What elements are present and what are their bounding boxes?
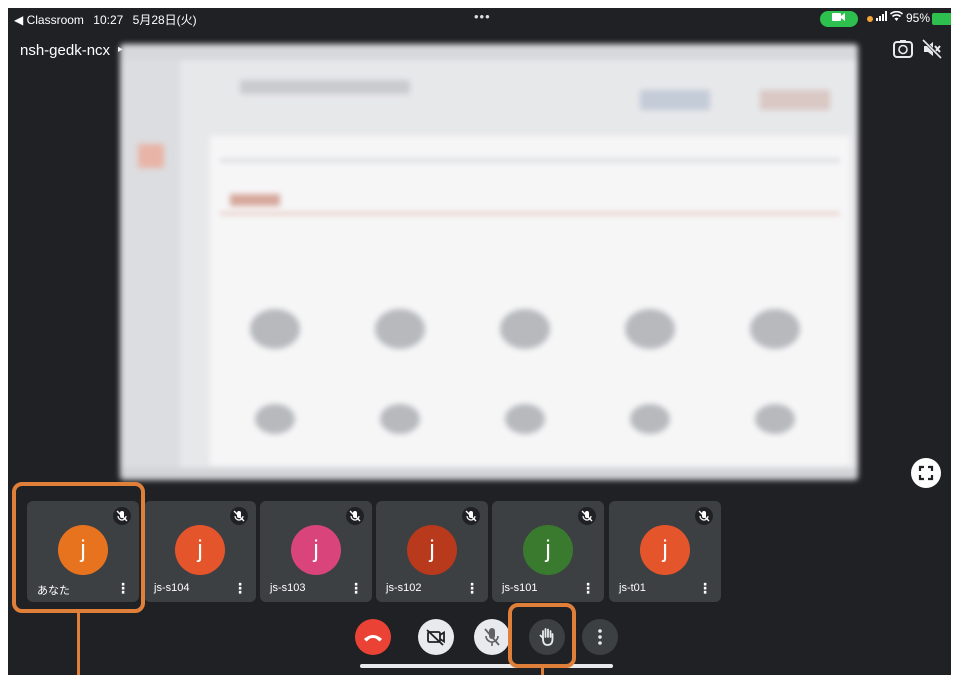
phone-hangup-icon bbox=[364, 635, 382, 642]
participant-tile[interactable]: j js-s104 ⋮ bbox=[144, 501, 256, 602]
camera-toggle-button[interactable] bbox=[418, 619, 454, 655]
more-vert-icon[interactable]: ⋮ bbox=[698, 580, 712, 597]
mic-off-icon bbox=[578, 507, 596, 525]
participant-name: js-s103 bbox=[270, 582, 306, 594]
avatar: j bbox=[523, 525, 573, 575]
participant-name: js-t01 bbox=[619, 582, 646, 594]
status-bar-left: ◀ Classroom 10:27 5月28日(火) bbox=[14, 11, 203, 28]
avatar: j bbox=[175, 525, 225, 575]
mic-off-icon bbox=[484, 628, 500, 646]
wifi-icon bbox=[889, 10, 904, 24]
end-call-button[interactable] bbox=[355, 619, 391, 655]
mic-off-icon bbox=[230, 507, 248, 525]
speaker-off-icon[interactable] bbox=[921, 38, 943, 60]
multitasking-dots[interactable]: ••• bbox=[474, 9, 491, 24]
videocam-off-icon bbox=[426, 629, 445, 646]
status-bar: ◀ Classroom 10:27 5月28日(火) ••• 95% bbox=[8, 8, 951, 30]
battery-charging-icon bbox=[932, 13, 951, 25]
status-date: 5月28日(火) bbox=[132, 13, 197, 27]
meet-screen: ◀ Classroom 10:27 5月28日(火) ••• 95% nsh-g… bbox=[8, 8, 951, 675]
participant-name: js-s104 bbox=[154, 582, 190, 594]
participant-tile[interactable]: j js-s101 ⋮ bbox=[492, 501, 604, 602]
microphone-toggle-button[interactable] bbox=[474, 619, 510, 655]
participant-name: js-s102 bbox=[386, 582, 422, 594]
mic-off-icon bbox=[346, 507, 364, 525]
avatar: j bbox=[640, 525, 690, 575]
switch-camera-icon[interactable] bbox=[892, 38, 914, 60]
camera-in-use-icon bbox=[820, 11, 858, 27]
meeting-code[interactable]: nsh-gedk-ncx bbox=[20, 42, 110, 59]
back-to-app-link[interactable]: ◀ Classroom bbox=[14, 13, 84, 27]
more-vert-icon[interactable]: ⋮ bbox=[233, 580, 247, 597]
mic-off-icon bbox=[695, 507, 713, 525]
more-options-button[interactable] bbox=[582, 619, 618, 655]
mic-off-icon bbox=[462, 507, 480, 525]
participant-tile[interactable]: j js-t01 ⋮ bbox=[609, 501, 721, 602]
raise-hand-highlight bbox=[508, 603, 576, 668]
home-indicator[interactable] bbox=[360, 664, 613, 668]
self-tile-callout-line bbox=[77, 613, 80, 675]
more-vert-icon[interactable]: ⋮ bbox=[581, 580, 595, 597]
participant-tile[interactable]: j js-s102 ⋮ bbox=[376, 501, 488, 602]
more-vert-icon[interactable]: ⋮ bbox=[465, 580, 479, 597]
more-vert-icon[interactable]: ⋮ bbox=[349, 580, 363, 597]
participant-name: js-s101 bbox=[502, 582, 538, 594]
recording-indicator-dot bbox=[867, 16, 873, 22]
avatar: j bbox=[407, 525, 457, 575]
more-vert-icon bbox=[598, 629, 602, 645]
battery-percent: 95% bbox=[906, 11, 931, 25]
cellular-signal-icon bbox=[876, 11, 888, 24]
status-time: 10:27 bbox=[93, 13, 124, 27]
participant-tile[interactable]: j js-s103 ⋮ bbox=[260, 501, 372, 602]
fullscreen-button[interactable] bbox=[911, 458, 941, 488]
raise-hand-callout-line bbox=[541, 668, 544, 675]
fullscreen-icon bbox=[918, 465, 934, 481]
shared-screen-presentation bbox=[120, 44, 858, 480]
avatar: j bbox=[291, 525, 341, 575]
self-tile-highlight bbox=[12, 482, 145, 613]
